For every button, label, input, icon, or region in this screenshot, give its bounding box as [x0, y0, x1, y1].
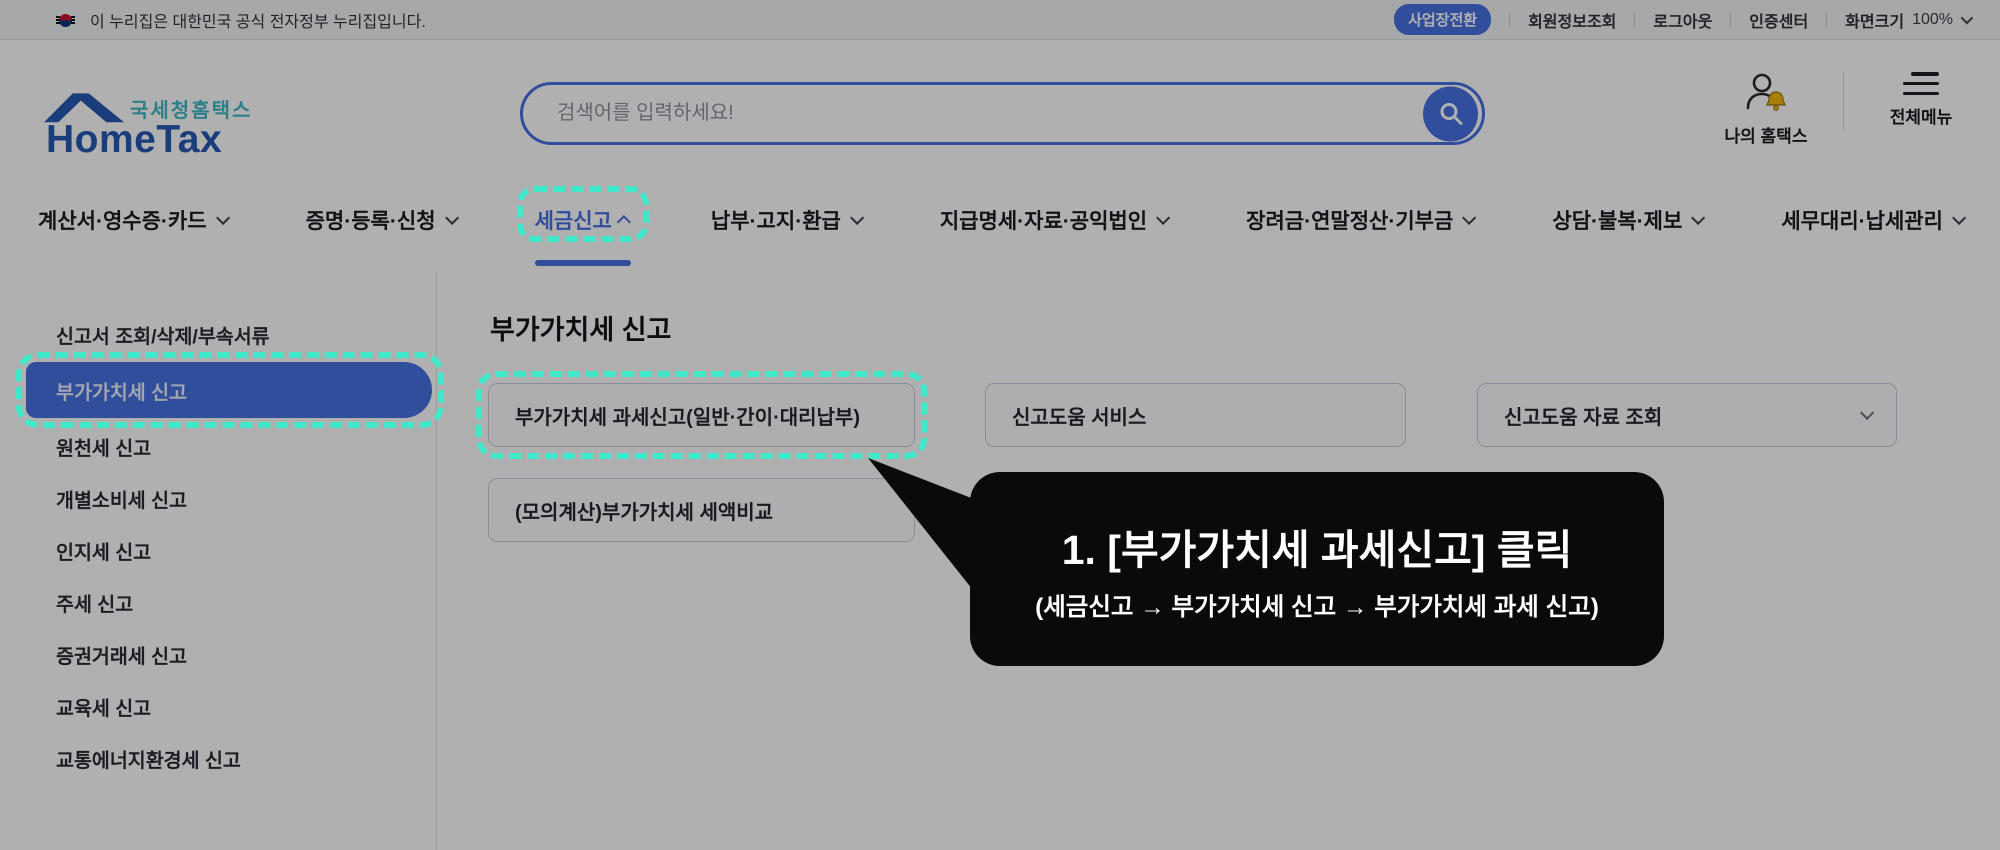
hometax-logo[interactable]: 국세청홈택스 HomeTax: [44, 66, 254, 162]
chevron-down-icon: [444, 210, 459, 225]
nav-item-incentives-yearend-donation[interactable]: 장려금·연말정산·기부금: [1246, 170, 1477, 270]
sidebar-item-vat-filing[interactable]: 부가가치세 신고: [16, 352, 444, 428]
chevron-down-icon: [849, 210, 865, 225]
page-title: 부가가치세 신고: [490, 315, 672, 345]
cert-center-link[interactable]: 인증센터: [1749, 8, 1808, 32]
sidebar-item-withholding-tax[interactable]: 원천세 신고: [0, 420, 436, 472]
chevron-down-icon: [1860, 405, 1875, 420]
main-content: 부가가치세 신고 부가가치세 과세신고(일반·간이·대리납부) 신고도움 서비스…: [437, 272, 2000, 850]
sidebar-item-transport-energy-env-tax[interactable]: 교통에너지환경세 신고: [0, 732, 436, 784]
sidebar-item-individual-consumption-tax[interactable]: 개별소비세 신고: [0, 472, 436, 524]
chevron-down-icon: [1951, 210, 1967, 225]
screen-size-label: 화면크기: [1845, 13, 1905, 31]
full-menu-label: 전체메뉴: [1889, 108, 1953, 127]
vat-taxable-filing-button[interactable]: 부가가치세 과세신고(일반·간이·대리납부): [476, 371, 927, 459]
vat-simulation-compare-button[interactable]: (모의계산)부가가치세 세액비교: [488, 478, 915, 542]
chevron-down-icon: [1960, 11, 1974, 25]
nav-item-consult-appeal-report[interactable]: 상담·불복·제보: [1552, 170, 1706, 270]
hamburger-menu-icon: [1903, 70, 1939, 97]
chevron-up-icon: [616, 215, 631, 230]
global-nav: 계산서·영수증·카드 증명·등록·신청 세금신고 납부·고지·환급 지급명세·자…: [0, 170, 2000, 270]
official-site-notice: 이 누리집은 대한민국 공식 전자정부 누리집입니다.: [90, 13, 426, 31]
korea-flag-icon: [56, 10, 76, 30]
utility-bar: 이 누리집은 대한민국 공식 전자정부 누리집입니다. 사업장전환 회원정보조회…: [0, 0, 2000, 40]
divider: [1826, 12, 1828, 27]
hometax-page: 이 누리집은 대한민국 공식 전자정부 누리집입니다. 사업장전환 회원정보조회…: [0, 0, 2000, 850]
nav-item-invoice-receipt-card[interactable]: 계산서·영수증·카드: [38, 170, 230, 270]
logo-title: HomeTax: [46, 118, 223, 161]
logout-link[interactable]: 로그아웃: [1653, 8, 1712, 32]
search-input[interactable]: [523, 85, 1403, 142]
my-hometax-label: 나의 홈택스: [1724, 127, 1808, 146]
full-menu-button[interactable]: 전체메뉴: [1878, 70, 1964, 128]
chevron-down-icon: [1156, 210, 1171, 225]
active-nav-underline: [534, 260, 631, 266]
nav-item-tax-filing[interactable]: 세금신고: [516, 170, 649, 270]
nav-item-payment-notice-refund[interactable]: 납부·고지·환급: [711, 170, 865, 270]
sidebar-item-stamp-tax[interactable]: 인지세 신고: [0, 524, 436, 576]
divider: [1843, 72, 1844, 130]
divider: [1509, 12, 1511, 27]
user-bell-icon: [1746, 73, 1786, 111]
member-info-link[interactable]: 회원정보조회: [1528, 8, 1616, 32]
nav-item-statements-data-nonprofit[interactable]: 지급명세·자료·공익법인: [940, 170, 1171, 270]
my-hometax-button[interactable]: 나의 홈택스: [1723, 70, 1809, 147]
search-bar: [520, 82, 1485, 145]
chevron-down-icon: [1691, 210, 1706, 225]
search-icon: [1440, 103, 1462, 125]
search-button[interactable]: [1423, 86, 1478, 141]
workplace-switch-button[interactable]: 사업장전환: [1394, 4, 1492, 35]
sidebar-item-liquor-tax[interactable]: 주세 신고: [0, 576, 436, 628]
nav-item-certificate-register[interactable]: 증명·등록·신청: [306, 170, 459, 270]
screen-size-value: 100%: [1912, 10, 1953, 28]
chevron-down-icon: [1462, 210, 1477, 225]
divider: [1634, 12, 1636, 27]
filing-help-service-button[interactable]: 신고도움 서비스: [985, 383, 1406, 447]
sidebar-item-report-view-delete[interactable]: 신고서 조회/삭제/부속서류: [0, 308, 436, 360]
nav-item-tax-agent-management[interactable]: 세무대리·납세관리: [1781, 170, 1967, 270]
divider: [1730, 12, 1732, 27]
sidebar: 신고서 조회/삭제/부속서류 부가가치세 신고 원천세 신고 개별소비세 신고 …: [0, 272, 444, 850]
screen-size-control[interactable]: 화면크기 100%: [1845, 8, 1974, 32]
filing-help-data-dropdown[interactable]: 신고도움 자료 조회: [1477, 383, 1897, 447]
sidebar-item-education-tax[interactable]: 교육세 신고: [0, 680, 436, 732]
chevron-down-icon: [215, 210, 230, 225]
sidebar-item-securities-transaction-tax[interactable]: 증권거래세 신고: [0, 628, 436, 680]
